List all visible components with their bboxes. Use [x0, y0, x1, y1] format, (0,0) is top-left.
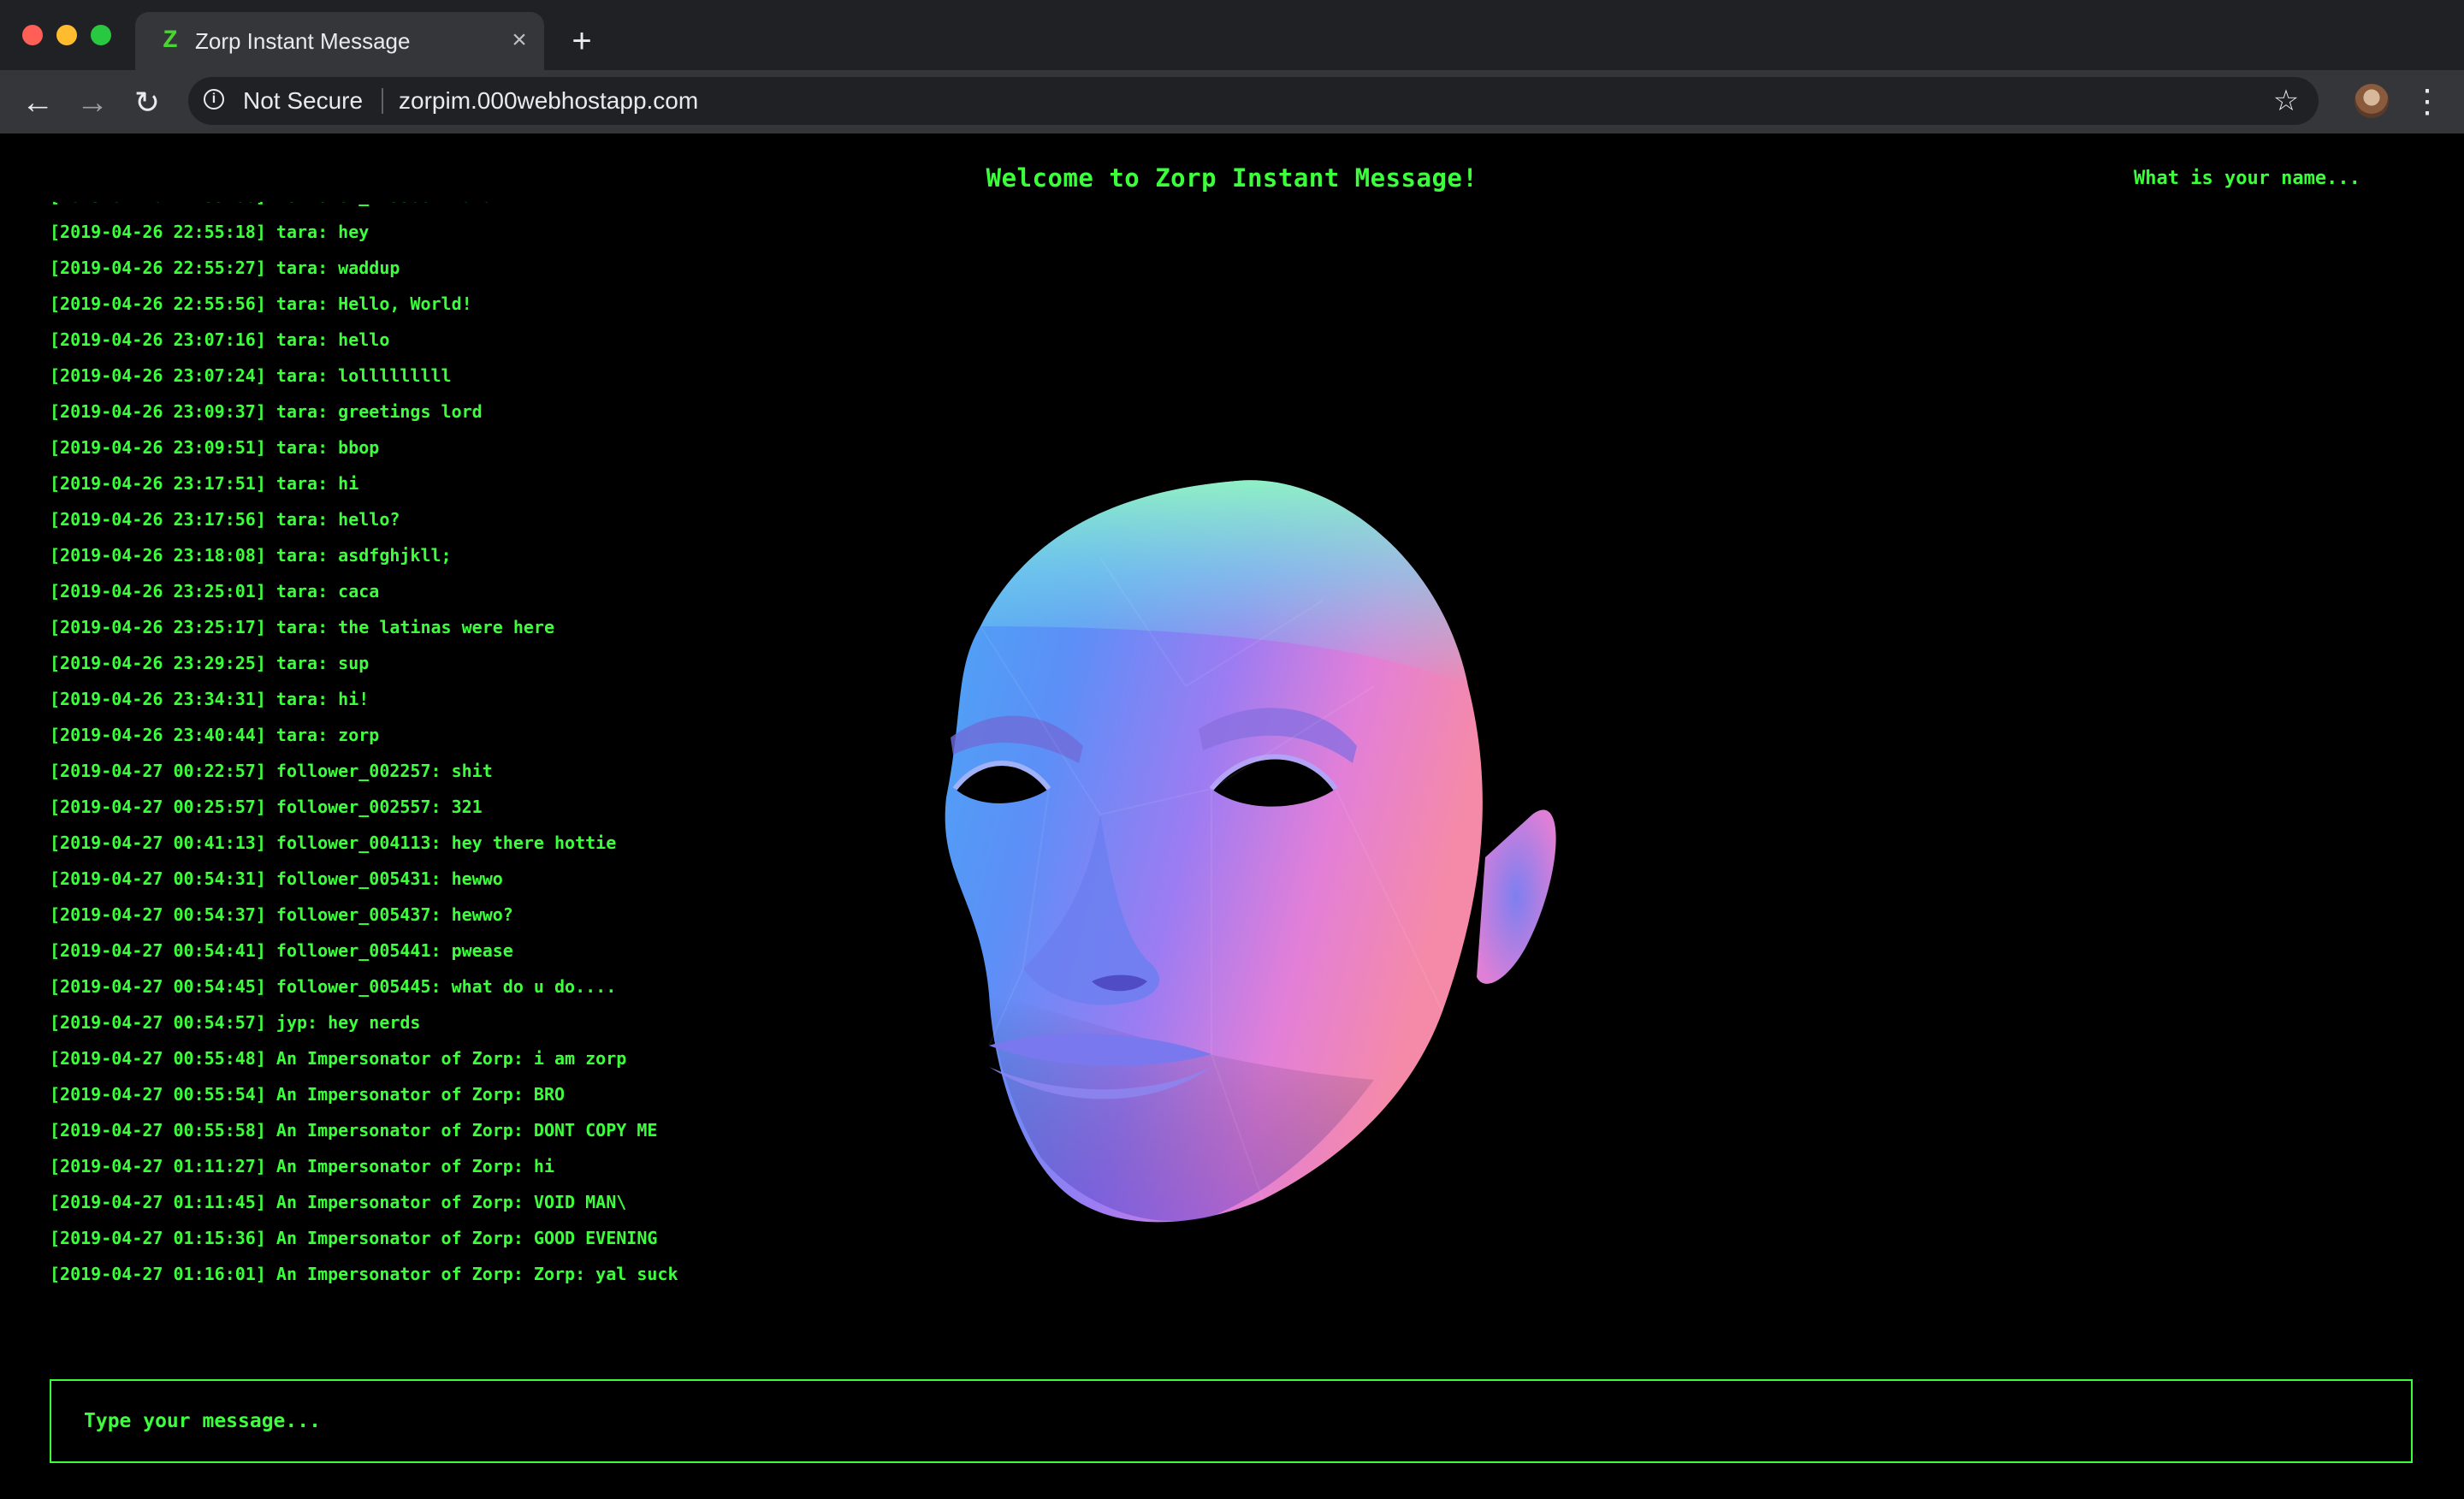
forward-icon[interactable]: →	[74, 84, 111, 121]
chat-message: [2019-04-26 23:07:24] tara: lolllllllll	[50, 365, 452, 386]
message-input[interactable]	[50, 1379, 2413, 1463]
chat-message: [2019-04-26 22:55:56] tara: Hello, World…	[50, 293, 472, 314]
new-tab-button[interactable]: +	[565, 24, 599, 58]
address-bar[interactable]: i Not Secure zorpim.000webhostapp.com ☆	[188, 77, 2319, 125]
page-title: Welcome to Zorp Instant Message!	[986, 163, 1478, 193]
chat-message: [2019-04-26 23:25:01] tara: caca	[50, 581, 380, 601]
chat-message: [2019-04-27 00:54:31] follower_005431: h…	[50, 868, 503, 889]
menu-icon[interactable]: ⋮	[2411, 82, 2443, 121]
page-content: Welcome to Zorp Instant Message! What is…	[0, 133, 2464, 1499]
chat-message: [2019-04-26 23:17:51] tara: hi	[50, 473, 359, 494]
address-divider	[382, 88, 383, 114]
chat-log[interactable]: [2019-04-26 22:55:06] follower_225506: t…	[50, 202, 905, 1460]
chat-message: [2019-04-27 01:11:27] An Impersonator of…	[50, 1156, 555, 1176]
tab-title: Zorp Instant Message	[195, 28, 411, 54]
tab-close-icon[interactable]: ×	[505, 26, 534, 55]
chat-message: [2019-04-26 23:29:25] tara: sup	[50, 653, 370, 673]
info-icon[interactable]: i	[204, 89, 224, 110]
window-close-button[interactable]	[22, 25, 43, 45]
security-label[interactable]: Not Secure	[243, 86, 363, 116]
chat-message: [2019-04-27 01:16:01] An Impersonator of…	[50, 1264, 678, 1284]
window-maximize-button[interactable]	[91, 25, 111, 45]
3d-head-render	[945, 480, 1556, 1223]
window-minimize-button[interactable]	[56, 25, 77, 45]
chat-message: [2019-04-27 01:15:36] An Impersonator of…	[50, 1228, 658, 1248]
chat-message: [2019-04-27 00:41:13] follower_004113: h…	[50, 832, 617, 853]
chat-message: [2019-04-26 23:09:51] tara: bbop	[50, 437, 380, 458]
browser-tab[interactable]: Z Zorp Instant Message ×	[135, 12, 544, 70]
chat-message: [2019-04-27 00:55:54] An Impersonator of…	[50, 1084, 566, 1105]
back-icon[interactable]: ←	[19, 84, 56, 121]
chat-message: [2019-04-26 23:07:16] tara: hello	[50, 329, 390, 350]
chat-message: [2019-04-26 23:40:44] tara: zorp	[50, 725, 380, 745]
tab-favicon-icon: Z	[162, 27, 178, 56]
profile-avatar[interactable]	[2354, 84, 2389, 118]
head-ear	[1477, 809, 1556, 984]
chat-message: [2019-04-26 23:17:56] tara: hello?	[50, 509, 400, 530]
chat-message: [2019-04-27 00:55:58] An Impersonator of…	[50, 1120, 658, 1141]
chat-message: [2019-04-26 23:25:17] tara: the latinas …	[50, 617, 555, 637]
chat-message: [2019-04-27 00:54:57] jyp: hey nerds	[50, 1012, 421, 1033]
chat-message: [2019-04-26 23:34:31] tara: hi!	[50, 689, 370, 709]
chat-message: [2019-04-26 23:09:37] tara: greetings lo…	[50, 401, 483, 422]
browser-tab-bar: Z Zorp Instant Message × +	[0, 0, 2464, 70]
browser-toolbar: ← → ↻ i Not Secure zorpim.000webhostapp.…	[0, 70, 2464, 133]
reload-icon[interactable]: ↻	[128, 84, 166, 121]
chat-message: [2019-04-27 00:54:41] follower_005441: p…	[50, 940, 513, 961]
chat-message: [2019-04-26 22:55:27] tara: waddup	[50, 258, 400, 278]
chat-message: [2019-04-26 22:55:06] follower_225506: t…	[50, 202, 493, 207]
chat-message: [2019-04-27 00:22:57] follower_002257: s…	[50, 761, 493, 781]
bookmark-star-icon[interactable]: ☆	[2269, 84, 2303, 118]
name-prompt[interactable]: What is your name...	[2134, 166, 2360, 192]
chat-message: [2019-04-27 00:54:45] follower_005445: w…	[50, 976, 617, 997]
chat-message: [2019-04-27 00:54:37] follower_005437: h…	[50, 904, 513, 925]
chat-message: [2019-04-27 00:25:57] follower_002557: 3…	[50, 797, 483, 817]
chat-message: [2019-04-26 22:55:18] tara: hey	[50, 222, 370, 242]
chat-message: [2019-04-27 00:55:48] An Impersonator of…	[50, 1048, 627, 1069]
chat-message: [2019-04-27 01:11:45] An Impersonator of…	[50, 1192, 627, 1212]
chat-message: [2019-04-26 23:18:08] tara: asdfghjkll;	[50, 545, 452, 566]
url-text[interactable]: zorpim.000webhostapp.com	[399, 86, 698, 116]
